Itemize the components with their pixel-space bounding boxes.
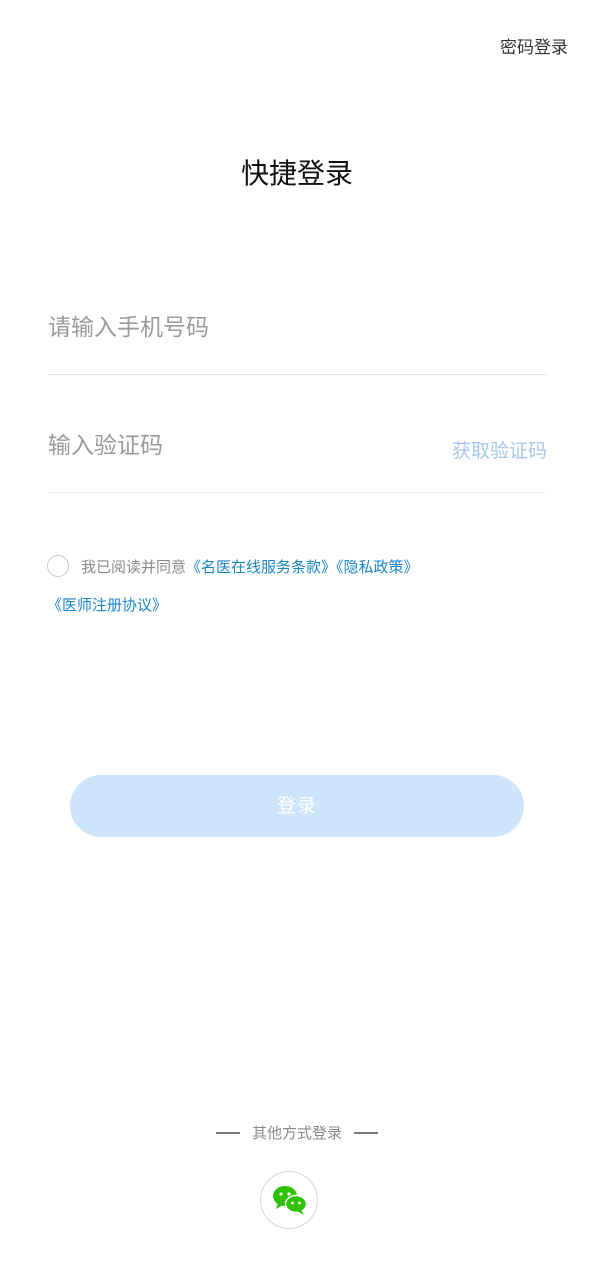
privacy-policy-link[interactable]: 《隐私政策》 xyxy=(336,558,419,576)
verification-code-input[interactable] xyxy=(48,426,388,466)
wechat-icon xyxy=(273,1186,308,1215)
wechat-login-button[interactable] xyxy=(260,1171,318,1229)
login-button[interactable]: 登录 xyxy=(70,775,524,837)
code-field-row: 获取验证码 xyxy=(48,412,547,493)
agreement-checkbox[interactable] xyxy=(47,554,69,577)
divider-line-left xyxy=(215,1131,240,1134)
phone-field-row xyxy=(48,294,547,375)
get-code-button[interactable]: 获取验证码 xyxy=(452,436,547,463)
page-title: 快捷登录 xyxy=(240,157,353,190)
phone-input[interactable] xyxy=(48,308,428,348)
divider-line-right xyxy=(354,1131,378,1134)
other-login-divider: 其他方式登录 xyxy=(0,1122,594,1143)
other-login-label: 其他方式登录 xyxy=(251,1124,342,1142)
doctor-registration-agreement-link[interactable]: 《医师注册协议》 xyxy=(47,596,167,614)
service-terms-link[interactable]: 《名医在线服务条款》 xyxy=(186,558,336,576)
password-login-link[interactable]: 密码登录 xyxy=(500,33,568,58)
agreement-prefix: 我已阅读并同意 xyxy=(81,558,187,576)
agreement-row: 我已阅读并同意《名医在线服务条款》《隐私政策》《医师注册协议》 xyxy=(47,548,557,624)
